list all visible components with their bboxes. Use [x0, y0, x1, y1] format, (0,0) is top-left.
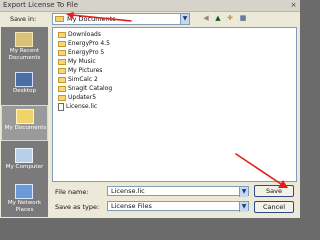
folder-icon [58, 67, 66, 74]
folder-icon [58, 76, 66, 83]
views-menu-icon[interactable]: ▦ [238, 13, 248, 23]
place-my-recent-documents[interactable]: My Recent Documents [1, 29, 48, 65]
file-name-label: File name: [55, 188, 89, 196]
list-item[interactable]: My Pictures [58, 66, 102, 75]
place-label: My Recent Documents [8, 48, 41, 61]
folder-icon [58, 40, 66, 47]
list-item[interactable]: SimCalc 2 [58, 75, 98, 84]
place-label: Desktop [12, 88, 37, 94]
list-item[interactable]: EnergyPro 4.5 [58, 39, 110, 48]
save-as-type-label: Save as type: [55, 203, 100, 211]
save-in-value: My Documents [67, 15, 116, 23]
title-bar: Export License To File × [0, 0, 300, 12]
list-item[interactable]: License.lic [58, 102, 97, 111]
list-item[interactable]: SnagIt Catalog [58, 84, 112, 93]
place-my-documents[interactable]: My Documents [1, 105, 48, 141]
close-icon[interactable]: × [289, 1, 298, 9]
folder-icon [58, 31, 66, 38]
export-license-dialog: Export License To File × Save in: My Doc… [0, 0, 300, 218]
save-in-label: Save in: [10, 15, 37, 23]
list-item[interactable]: My Music [58, 57, 96, 66]
chevron-down-icon[interactable]: ▼ [180, 14, 189, 24]
place-label: My Documents [4, 125, 47, 131]
cancel-button[interactable]: Cancel [254, 201, 294, 213]
place-label: My Computer [5, 164, 44, 170]
save-button[interactable]: Save [254, 185, 294, 197]
chevron-down-icon[interactable]: ▼ [239, 202, 248, 212]
folder-icon [58, 49, 66, 56]
folder-icon [55, 16, 64, 22]
chevron-down-icon[interactable]: ▼ [239, 187, 248, 197]
place-my-network-places[interactable]: My Network Places [1, 181, 48, 217]
places-bar: My Recent Documents Desktop My Documents… [1, 27, 48, 217]
file-name-field[interactable]: License.lic ▼ [107, 186, 249, 197]
file-icon [58, 102, 64, 111]
recent-documents-icon [15, 32, 33, 47]
place-label: My Network Places [7, 200, 42, 213]
save-in-combo[interactable]: My Documents ▼ [52, 13, 190, 25]
list-item[interactable]: Downloads [58, 30, 101, 39]
folder-icon [58, 85, 66, 92]
place-desktop[interactable]: Desktop [1, 69, 48, 105]
folder-icon [58, 94, 66, 101]
network-places-icon [15, 184, 33, 199]
my-documents-icon [16, 109, 34, 124]
save-as-type-value: License Files [111, 202, 152, 210]
list-item[interactable]: EnergyPro 5 [58, 48, 104, 57]
up-folder-icon[interactable]: ▲ [213, 13, 223, 23]
file-list[interactable]: Downloads EnergyPro 4.5 EnergyPro 5 My M… [52, 27, 297, 182]
save-as-type-select[interactable]: License Files ▼ [107, 201, 249, 212]
folder-icon [58, 58, 66, 65]
desktop-icon [15, 72, 33, 87]
file-name-value: License.lic [111, 187, 145, 195]
new-folder-icon[interactable]: ✚ [225, 13, 235, 23]
back-arrow-icon[interactable]: ◀ [201, 13, 211, 23]
place-my-computer[interactable]: My Computer [1, 145, 48, 181]
my-computer-icon [15, 148, 33, 163]
window-title: Export License To File [3, 1, 79, 9]
list-item[interactable]: Updater5 [58, 93, 96, 102]
